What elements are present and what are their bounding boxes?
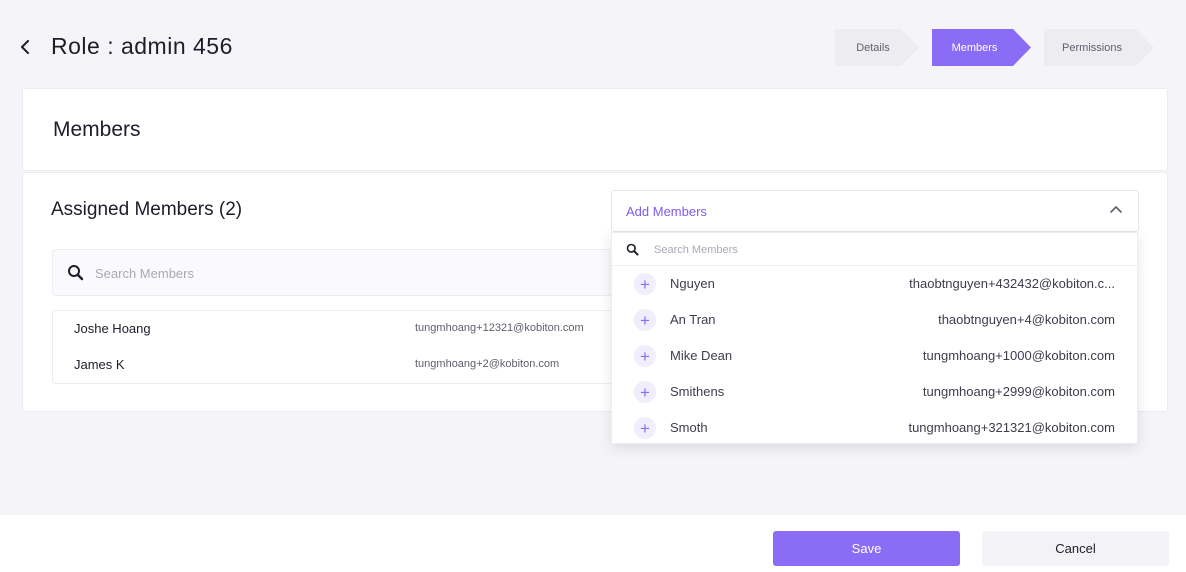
dropdown-search-input[interactable]	[654, 240, 1114, 260]
assigned-members-title: Assigned Members (2)	[51, 199, 243, 220]
option-name: Smithens	[670, 384, 725, 399]
option-name: Smoth	[670, 420, 708, 435]
dropdown-option[interactable]: + Smithens tungmhoang+2999@kobiton.com	[612, 374, 1137, 410]
option-email: thaobtnguyen+4@kobiton.com	[938, 312, 1115, 327]
plus-icon[interactable]: +	[634, 273, 656, 295]
chevron-up-icon	[1110, 206, 1122, 213]
member-row[interactable]: James K tungmhoang+2@kobiton.com	[53, 347, 671, 383]
save-button[interactable]: Save	[773, 531, 960, 566]
section-title: Members	[53, 118, 141, 141]
option-email: tungmhoang+2999@kobiton.com	[922, 384, 1115, 399]
assigned-search-box	[52, 249, 672, 296]
option-name: Mike Dean	[670, 348, 733, 363]
cancel-button[interactable]: Cancel	[982, 531, 1169, 566]
member-name: Joshe Hoang	[74, 321, 151, 336]
search-icon	[626, 243, 639, 256]
plus-icon[interactable]: +	[634, 345, 656, 367]
back-button[interactable]	[14, 36, 36, 58]
step-permissions[interactable]: Permissions	[1044, 29, 1154, 66]
option-email: thaobtnguyen+432432@kobiton.c...	[909, 276, 1115, 291]
add-members-dropdown[interactable]: Add Members	[611, 190, 1139, 232]
step-members[interactable]: Members	[932, 29, 1031, 66]
plus-icon[interactable]: +	[634, 381, 656, 403]
option-email: tungmhoang+321321@kobiton.com	[908, 420, 1115, 435]
assigned-member-list: Joshe Hoang tungmhoang+12321@kobiton.com…	[52, 310, 672, 384]
dropdown-search-box	[612, 233, 1137, 266]
page-title: Role : admin 456	[51, 33, 233, 59]
section-header-card: Members	[22, 88, 1168, 171]
plus-icon[interactable]: +	[634, 309, 656, 331]
member-name: James K	[74, 357, 125, 372]
dropdown-option[interactable]: + Mike Dean tungmhoang+1000@kobiton.com	[612, 338, 1137, 374]
footer-bar: Save Cancel	[0, 515, 1186, 572]
search-icon	[68, 265, 84, 281]
member-email: tungmhoang+12321@kobiton.com	[415, 322, 584, 334]
dropdown-option[interactable]: + Nguyen thaobtnguyen+432432@kobiton.c..…	[612, 266, 1137, 302]
assigned-search-input[interactable]	[95, 260, 635, 286]
plus-icon[interactable]: +	[634, 417, 656, 439]
member-email: tungmhoang+2@kobiton.com	[415, 358, 560, 370]
chevron-left-icon	[21, 40, 29, 54]
step-details[interactable]: Details	[835, 29, 919, 66]
dropdown-option[interactable]: + Smoth tungmhoang+321321@kobiton.com	[612, 410, 1137, 446]
member-row[interactable]: Joshe Hoang tungmhoang+12321@kobiton.com	[53, 311, 671, 347]
dropdown-option[interactable]: + An Tran thaobtnguyen+4@kobiton.com	[612, 302, 1137, 338]
add-members-label: Add Members	[626, 204, 707, 219]
option-name: An Tran	[670, 312, 716, 327]
add-members-menu: + Nguyen thaobtnguyen+432432@kobiton.c..…	[611, 232, 1138, 444]
option-email: tungmhoang+1000@kobiton.com	[922, 348, 1115, 363]
option-name: Nguyen	[670, 276, 715, 291]
